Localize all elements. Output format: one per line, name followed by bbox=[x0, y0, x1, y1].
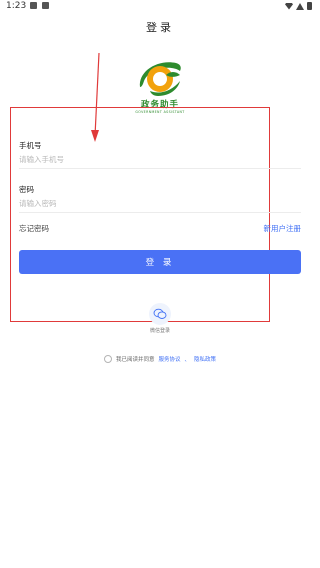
agreement-checkbox[interactable] bbox=[103, 355, 112, 363]
notification-icon bbox=[42, 2, 49, 9]
wechat-login-label: 微信登录 bbox=[149, 328, 170, 334]
wifi-icon bbox=[285, 2, 293, 10]
privacy-policy-link[interactable]: 隐私政策 bbox=[194, 355, 216, 363]
signal-icon bbox=[296, 2, 304, 10]
status-bar: 1:23 bbox=[0, 0, 320, 14]
status-left-icons bbox=[30, 2, 49, 9]
phone-label: 手机号 bbox=[19, 141, 42, 150]
page-title: 登录 bbox=[146, 21, 174, 34]
image-icon bbox=[30, 2, 37, 9]
wechat-login-button[interactable] bbox=[149, 303, 171, 325]
forgot-password-link[interactable]: 忘记密码 bbox=[19, 223, 49, 234]
register-link[interactable]: 新用户注册 bbox=[264, 223, 302, 234]
password-input[interactable] bbox=[19, 195, 301, 213]
agreement-row: 我已阅读并同意 服务协议 、 隐私政策 bbox=[0, 355, 320, 363]
login-button[interactable]: 登 录 bbox=[19, 250, 301, 274]
password-label: 密码 bbox=[19, 185, 34, 194]
status-right-icons bbox=[285, 2, 312, 10]
phone-input[interactable] bbox=[19, 151, 301, 169]
annotation-highlight-box bbox=[10, 107, 270, 322]
service-agreement-link[interactable]: 服务协议 bbox=[158, 355, 180, 363]
status-time: 1:23 bbox=[6, 1, 27, 11]
wechat-icon bbox=[153, 308, 167, 319]
battery-icon bbox=[307, 2, 312, 10]
agreement-separator: 、 bbox=[184, 357, 191, 363]
agreement-text: 我已阅读并同意 bbox=[115, 357, 155, 363]
logo-mark-icon bbox=[139, 62, 181, 96]
